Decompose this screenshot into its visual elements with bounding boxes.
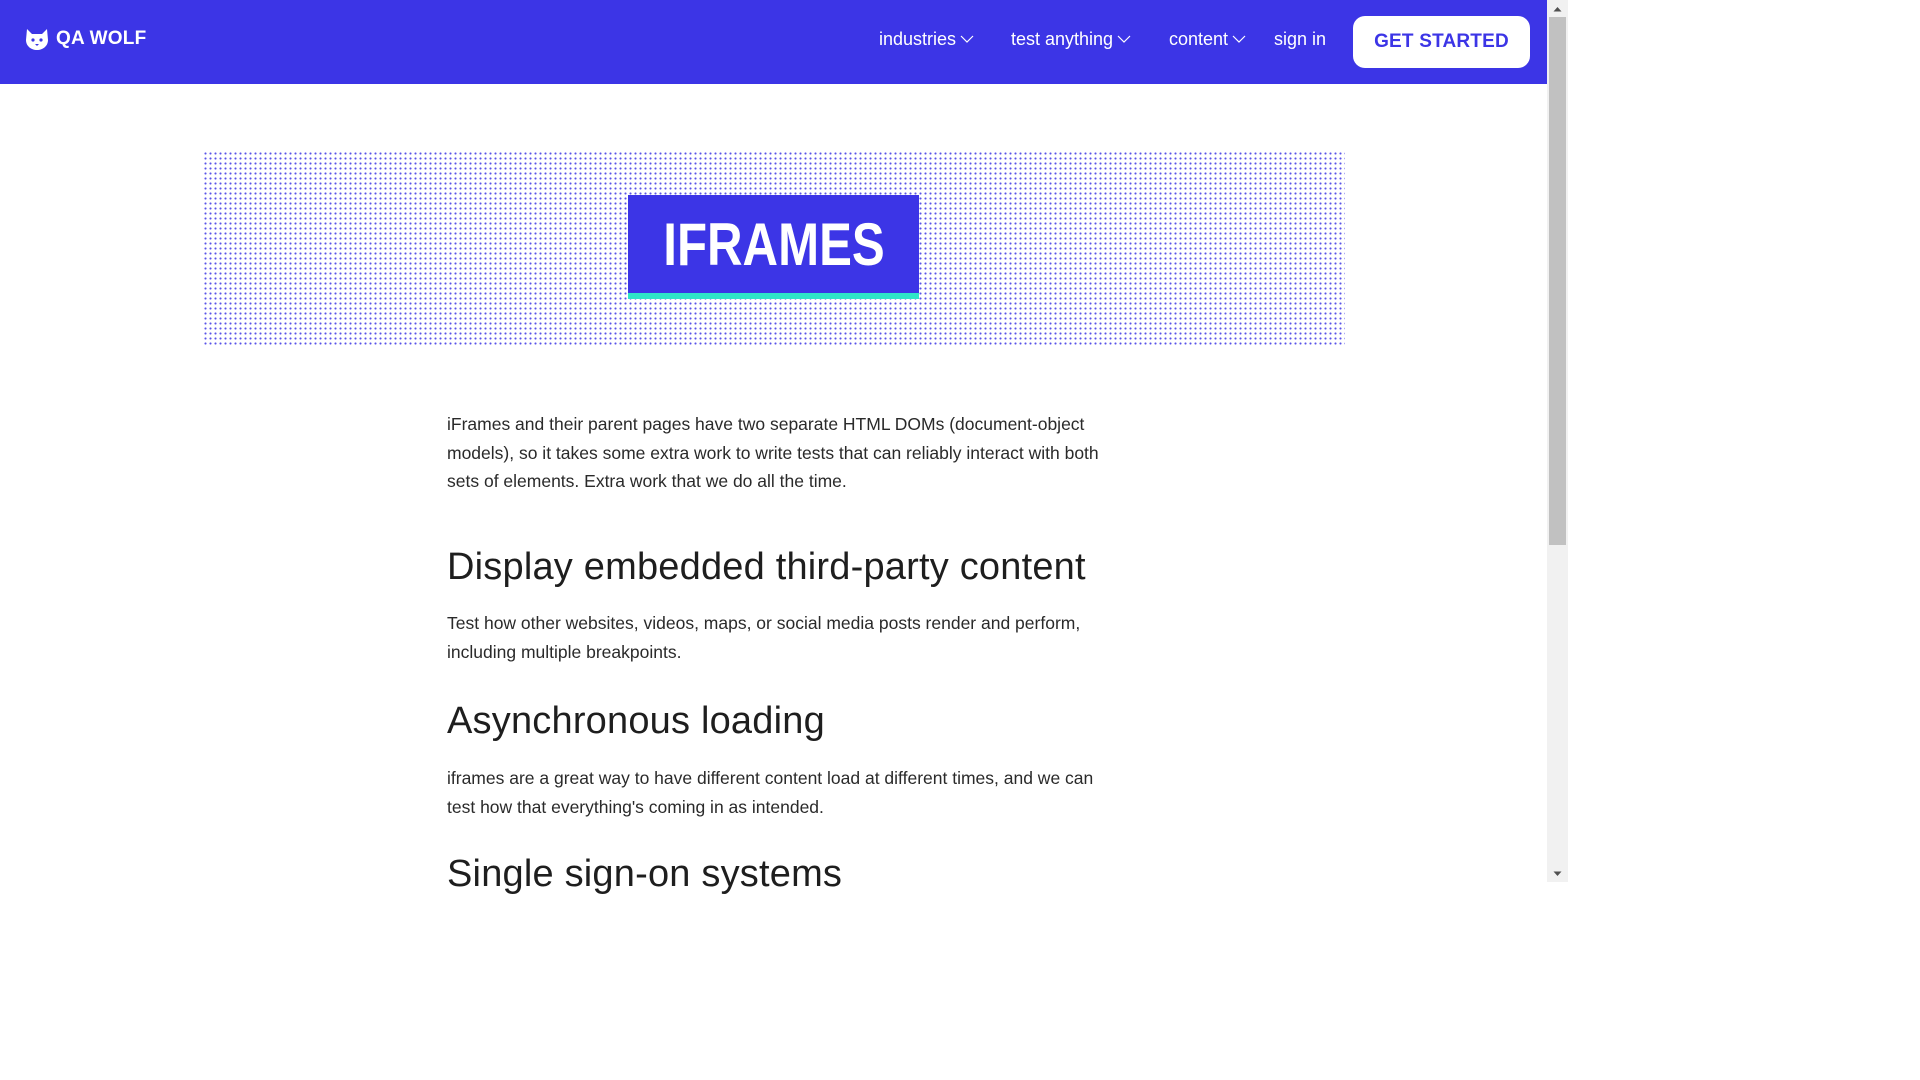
nav-item-test-anything[interactable]: test anything: [1011, 26, 1131, 52]
nav-item-industries[interactable]: industries: [879, 26, 974, 52]
hero-banner: IFRAMES: [203, 151, 1345, 345]
section-heading: Asynchronous loading: [447, 700, 825, 742]
scroll-down-arrow-icon[interactable]: [1547, 865, 1568, 882]
hero-title-box: IFRAMES: [628, 195, 919, 299]
section-paragraph: Test how other websites, videos, maps, o…: [447, 613, 1081, 662]
section-paragraph: iframes are a great way to have differen…: [447, 768, 1094, 817]
wolf-icon: [26, 29, 48, 50]
nav-item-label: test anything: [1011, 29, 1114, 49]
nav-item-sign-in[interactable]: sign in: [1274, 26, 1326, 52]
section-heading: Display embedded third-party content: [447, 546, 1086, 588]
page-title: IFRAMES: [662, 211, 885, 278]
get-started-button[interactable]: GET STARTED: [1353, 16, 1530, 68]
scroll-up-arrow-icon[interactable]: [1547, 0, 1568, 17]
nav-item-label: sign in: [1274, 29, 1327, 49]
chevron-down-icon: [1232, 35, 1246, 43]
intro-paragraph: iFrames and their parent pages have two …: [447, 414, 1099, 492]
qa-wolf-logo[interactable]: QA WOLF: [24, 26, 146, 52]
chevron-down-icon: [1117, 35, 1131, 43]
nav-item-content[interactable]: content: [1169, 26, 1246, 52]
nav-item-label: industries: [879, 29, 957, 49]
top-navigation-bar: QA WOLF industries test anything content…: [0, 0, 1547, 84]
scrollbar-thumb[interactable]: [1549, 17, 1566, 545]
logo-text: QA WOLF: [56, 28, 147, 49]
section-heading: Single sign-on systems: [447, 853, 843, 895]
nav-item-label: content: [1169, 29, 1229, 49]
chevron-down-icon: [960, 35, 974, 43]
vertical-scrollbar[interactable]: [1547, 0, 1568, 882]
